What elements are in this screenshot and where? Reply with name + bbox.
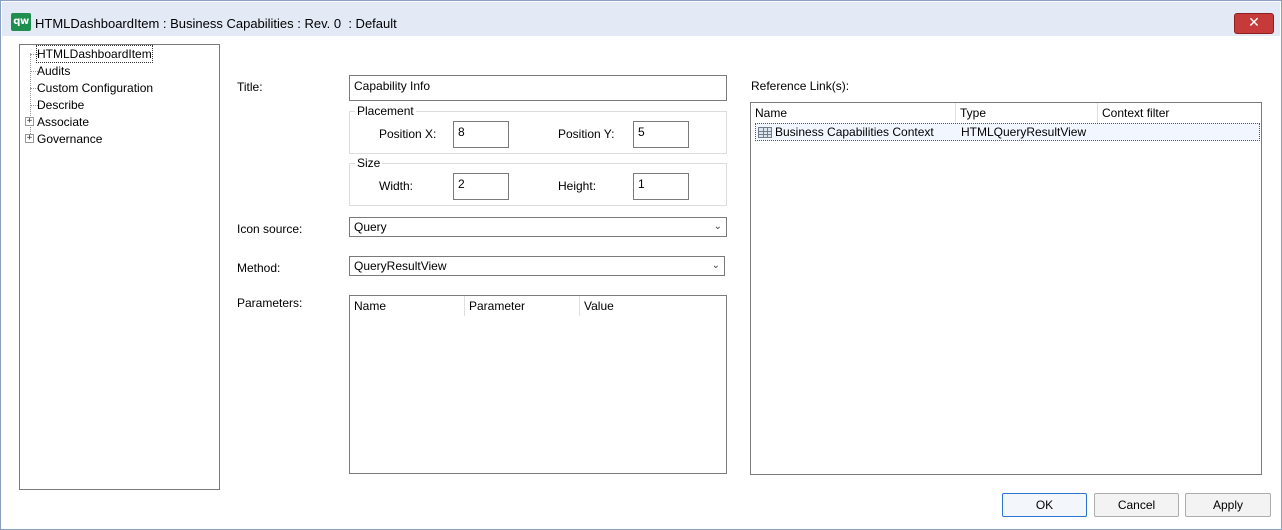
tree-item-audits[interactable]: Audits [37, 63, 70, 79]
icon-source-value: Query [354, 220, 387, 234]
navigation-tree: HTMLDashboardItem Audits Custom Configur… [19, 44, 220, 490]
height-label: Height: [558, 179, 597, 193]
tree-item-label: Governance [37, 132, 103, 146]
expand-governance-icon[interactable]: + [25, 134, 34, 143]
column-header-type[interactable]: Type [956, 103, 1098, 123]
height-input[interactable]: 1 [633, 173, 689, 200]
expand-associate-icon[interactable]: + [25, 117, 34, 126]
placement-legend: Placement [355, 104, 416, 118]
tree-item-label: Audits [37, 64, 71, 78]
title-bar: qw HTMLDashboardItem : Business Capabili… [2, 2, 1280, 36]
tree-connector-line [30, 53, 31, 140]
reference-links-table[interactable]: Name Type Context filter Business Capabi… [750, 102, 1262, 475]
window-title: HTMLDashboardItem : Business Capabilitie… [35, 16, 397, 31]
icon-source-label: Icon source: [237, 222, 303, 236]
chevron-down-icon: ⌄ [713, 221, 722, 232]
dialog-window: qw HTMLDashboardItem : Business Capabili… [0, 0, 1282, 530]
column-header-name[interactable]: Name [751, 103, 956, 123]
tree-item-governance[interactable]: Governance [37, 131, 102, 147]
tree-item-label: HTMLDashboardItem [37, 47, 152, 61]
tree-item-label: Describe [37, 98, 85, 112]
cancel-button[interactable]: Cancel [1094, 493, 1179, 517]
chevron-down-icon: ⌄ [711, 260, 720, 271]
tree-item-label: Custom Configuration [37, 81, 154, 95]
tree-item-associate[interactable]: Associate [37, 114, 89, 130]
column-header-parameter[interactable]: Parameter [465, 296, 580, 316]
column-header-name[interactable]: Name [350, 296, 465, 316]
position-y-label: Position Y: [558, 127, 615, 141]
table-row[interactable]: Business Capabilities Context HTMLQueryR… [755, 123, 1260, 141]
tree-item-htmldashboarditem[interactable]: HTMLDashboardItem [36, 45, 153, 63]
parameters-table[interactable]: Name Parameter Value [349, 295, 727, 474]
column-header-context-filter[interactable]: Context filter [1098, 103, 1260, 123]
method-label: Method: [237, 261, 281, 275]
position-x-input[interactable]: 8 [453, 121, 509, 148]
width-label: Width: [379, 179, 414, 193]
width-input[interactable]: 2 [453, 173, 509, 200]
method-value: QueryResultView [354, 259, 447, 273]
close-icon: ✕ [1248, 15, 1260, 31]
title-input[interactable]: Capability Info [349, 75, 727, 101]
column-header-value[interactable]: Value [580, 296, 726, 316]
position-x-label: Position X: [379, 127, 437, 141]
tree-item-custom-configuration[interactable]: Custom Configuration [37, 80, 153, 96]
tree-item-describe[interactable]: Describe [37, 97, 84, 113]
apply-button[interactable]: Apply [1185, 493, 1271, 517]
title-label: Title: [237, 80, 263, 94]
app-logo-icon: qw [11, 13, 31, 31]
reference-links-label: Reference Link(s): [751, 79, 850, 93]
tree-item-label: Associate [37, 115, 90, 129]
position-y-input[interactable]: 5 [633, 121, 689, 148]
ok-button[interactable]: OK [1002, 493, 1087, 517]
row-name-cell: Business Capabilities Context [775, 125, 934, 139]
close-button[interactable]: ✕ [1234, 13, 1274, 34]
grid-table-icon [758, 127, 772, 138]
icon-source-select[interactable]: Query ⌄ [349, 217, 727, 237]
size-legend: Size [355, 156, 383, 170]
row-type-cell: HTMLQueryResultView [961, 125, 1087, 139]
parameters-label: Parameters: [237, 296, 303, 310]
method-select[interactable]: QueryResultView ⌄ [349, 256, 725, 276]
